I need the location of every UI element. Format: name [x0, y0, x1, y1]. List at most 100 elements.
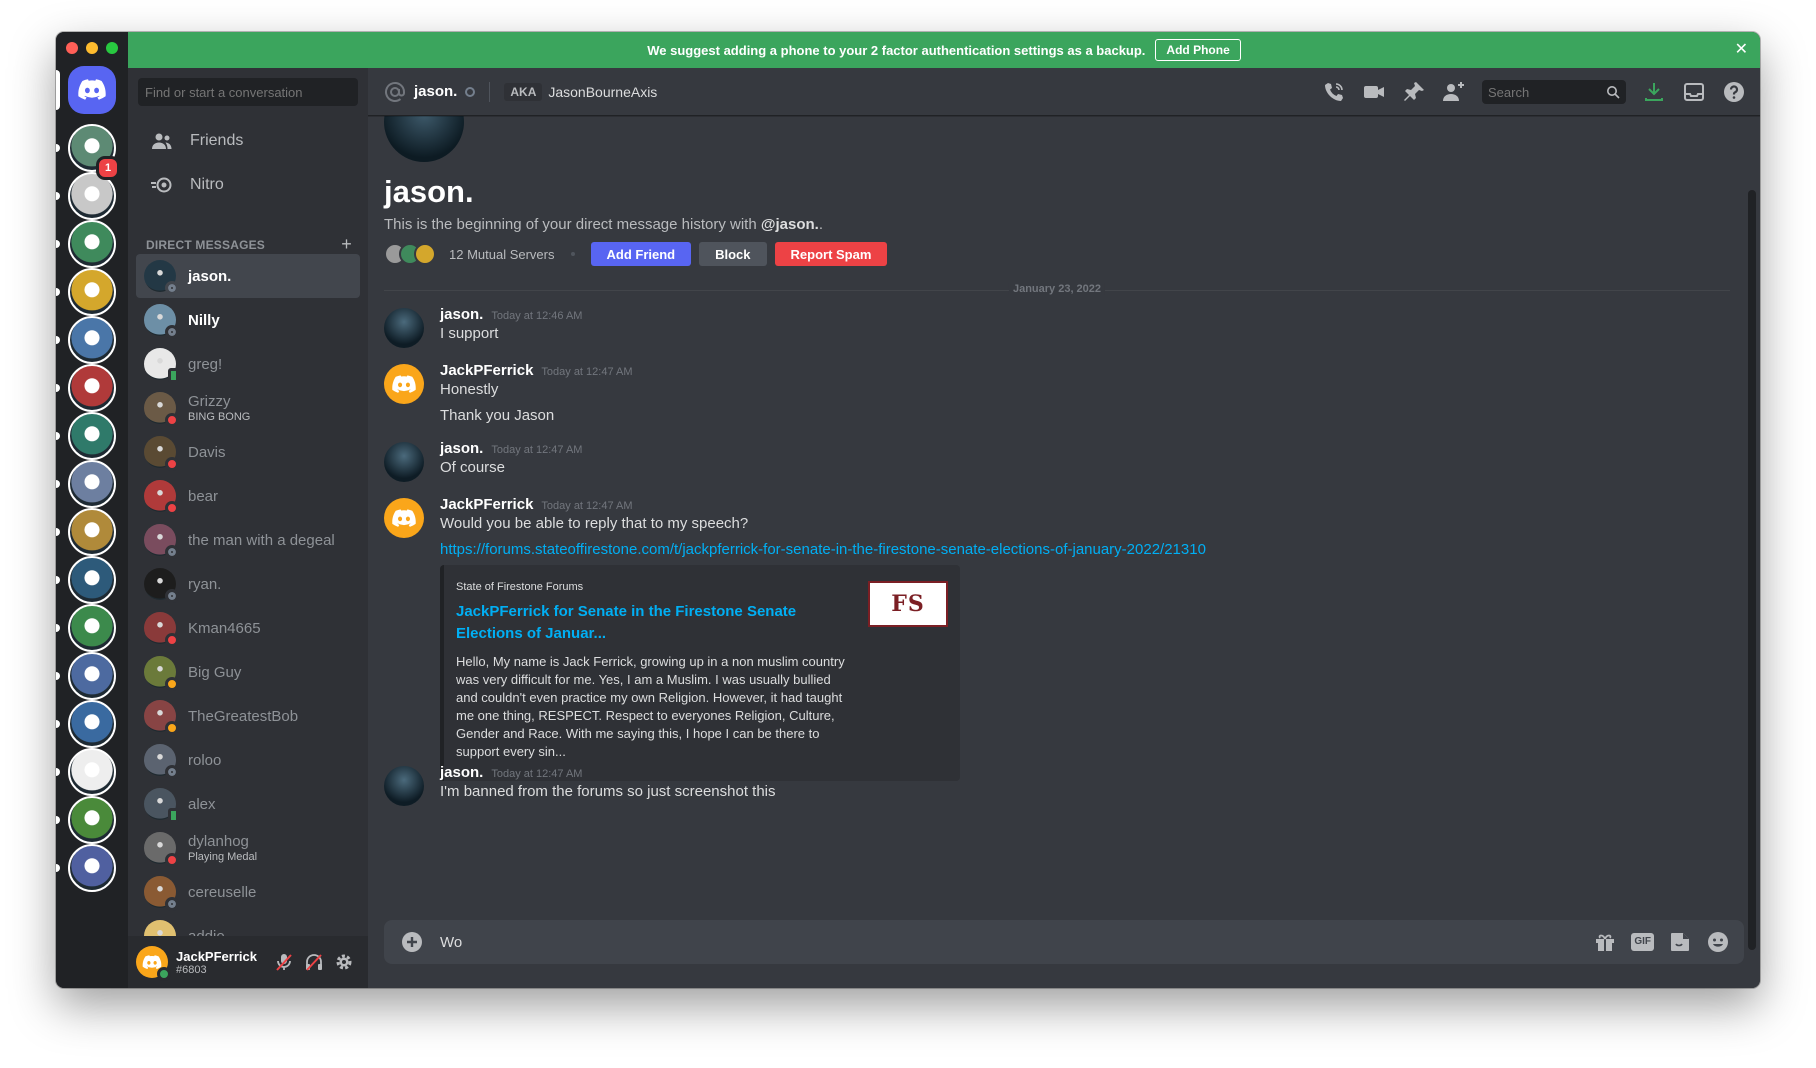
message-input[interactable] [440, 933, 1594, 951]
message-author[interactable]: JackPFerrick [440, 362, 533, 379]
add-phone-button[interactable]: Add Phone [1155, 39, 1241, 61]
dm-item[interactable]: dylanhog Playing Medal [136, 826, 360, 870]
home-button[interactable] [68, 66, 116, 114]
nav-friends[interactable]: Friends [136, 120, 360, 162]
mutual-server-avatars[interactable] [384, 243, 436, 265]
intro-recipient-name: jason. [384, 174, 474, 209]
embed-thumbnail[interactable]: FS [868, 581, 948, 627]
gift-icon[interactable] [1593, 930, 1617, 954]
dm-item[interactable]: TheGreatestBob [136, 694, 360, 738]
message-composer: GIF [384, 920, 1744, 964]
server-icon[interactable] [68, 508, 116, 556]
message-author[interactable]: jason. [440, 764, 483, 781]
server-icon[interactable] [68, 844, 116, 892]
add-dm-icon[interactable]: + [341, 234, 352, 255]
add-friend-icon[interactable] [1442, 80, 1466, 104]
dm-item[interactable]: roloo [136, 738, 360, 782]
help-icon[interactable] [1722, 80, 1746, 104]
dm-item[interactable]: Big Guy [136, 650, 360, 694]
header-search[interactable] [1482, 80, 1626, 104]
dm-item[interactable]: addie [136, 914, 360, 936]
dm-text: Davis [188, 444, 226, 461]
server-icon[interactable] [68, 556, 116, 604]
user-identity[interactable]: JackPFerrick #6803 [176, 949, 257, 976]
dm-item[interactable]: ryan. [136, 562, 360, 606]
deafen-headphones-icon[interactable] [304, 952, 324, 972]
server-icon[interactable] [68, 700, 116, 748]
message-avatar[interactable] [384, 364, 424, 404]
offline-status-icon [165, 325, 179, 339]
dm-item[interactable]: jason. [136, 254, 360, 298]
emoji-icon[interactable] [1706, 930, 1730, 954]
video-call-icon[interactable] [1362, 80, 1386, 104]
dm-item[interactable]: bear [136, 474, 360, 518]
message-author[interactable]: jason. [440, 440, 483, 457]
server-icon[interactable] [68, 268, 116, 316]
intro-text: This is the beginning of your direct mes… [384, 216, 823, 233]
close-window-button[interactable] [66, 42, 78, 54]
server-icon[interactable] [68, 412, 116, 460]
dm-item[interactable]: cereuselle [136, 870, 360, 914]
server-icon[interactable] [68, 220, 116, 268]
dnd-status-icon [165, 413, 179, 427]
dm-item[interactable]: Davis [136, 430, 360, 474]
pin-icon[interactable] [1402, 80, 1426, 104]
close-icon[interactable]: ✕ [1735, 41, 1748, 59]
mute-microphone-icon[interactable] [274, 952, 294, 972]
chat-header: jason. AKA JasonBourneAxis [368, 68, 1760, 116]
chat-area: jason. AKA JasonBourneAxis Search jason.… [368, 68, 1760, 988]
message-avatar[interactable] [384, 498, 424, 538]
message-avatar[interactable] [384, 442, 424, 482]
minimize-window-button[interactable] [86, 42, 98, 54]
nav-nitro[interactable]: Nitro [136, 164, 360, 206]
gif-button[interactable]: GIF [1631, 933, 1654, 951]
scrollbar-track[interactable] [1748, 190, 1756, 950]
dm-item[interactable]: alex [136, 782, 360, 826]
dm-text: bear [188, 488, 218, 505]
mutual-servers-link[interactable]: 12 Mutual Servers [449, 247, 555, 262]
server-icon[interactable] [68, 604, 116, 652]
unread-indicator [56, 672, 60, 680]
dm-name: alex [188, 795, 216, 813]
server-icon[interactable] [68, 748, 116, 796]
server-icon[interactable] [68, 652, 116, 700]
block-button[interactable]: Block [699, 242, 767, 266]
report-spam-button[interactable]: Report Spam [774, 242, 888, 266]
nav-nitro-label: Nitro [190, 176, 224, 193]
dm-item[interactable]: Nilly [136, 298, 360, 342]
message-author[interactable]: JackPFerrick [440, 496, 533, 513]
user-tag: #6803 [176, 963, 207, 976]
server-icon[interactable] [68, 460, 116, 508]
inbox-icon[interactable] [1682, 80, 1706, 104]
dm-item[interactable]: Grizzy BING BONG [136, 386, 360, 430]
idle-status-icon [165, 721, 179, 735]
add-friend-button[interactable]: Add Friend [590, 242, 692, 266]
header-search-input[interactable] [1482, 80, 1626, 104]
find-conversation-input[interactable] [138, 78, 358, 106]
embed-title[interactable]: JackPFerrick for Senate in the Firestone… [456, 601, 846, 645]
at-icon [385, 81, 405, 102]
dm-item[interactable]: greg! [136, 342, 360, 386]
server-icon[interactable] [68, 364, 116, 412]
upload-plus-icon[interactable] [400, 930, 424, 954]
window-controls [66, 42, 118, 54]
dm-item[interactable]: the man with a degeal [136, 518, 360, 562]
dm-text: jason. [188, 268, 231, 285]
voice-call-icon[interactable] [1322, 80, 1346, 104]
user-avatar[interactable] [136, 946, 171, 981]
embed-thumbnail-text: FS [891, 591, 925, 617]
dm-item[interactable]: Kman4665 [136, 606, 360, 650]
server-icon[interactable] [68, 316, 116, 364]
message-avatar[interactable] [384, 308, 424, 348]
dm-name: roloo [188, 751, 222, 769]
download-icon[interactable] [1642, 80, 1666, 104]
sticker-icon[interactable] [1668, 930, 1692, 954]
discord-logo-icon [392, 508, 416, 527]
server-icon[interactable] [68, 796, 116, 844]
message-author[interactable]: jason. [440, 306, 483, 323]
date-divider-label: January 23, 2022 [1008, 283, 1106, 295]
message-link[interactable]: https://forums.stateoffirestone.com/t/ja… [440, 539, 1730, 561]
maximize-window-button[interactable] [106, 42, 118, 54]
message-avatar[interactable] [384, 766, 424, 806]
gear-icon[interactable] [334, 952, 354, 972]
